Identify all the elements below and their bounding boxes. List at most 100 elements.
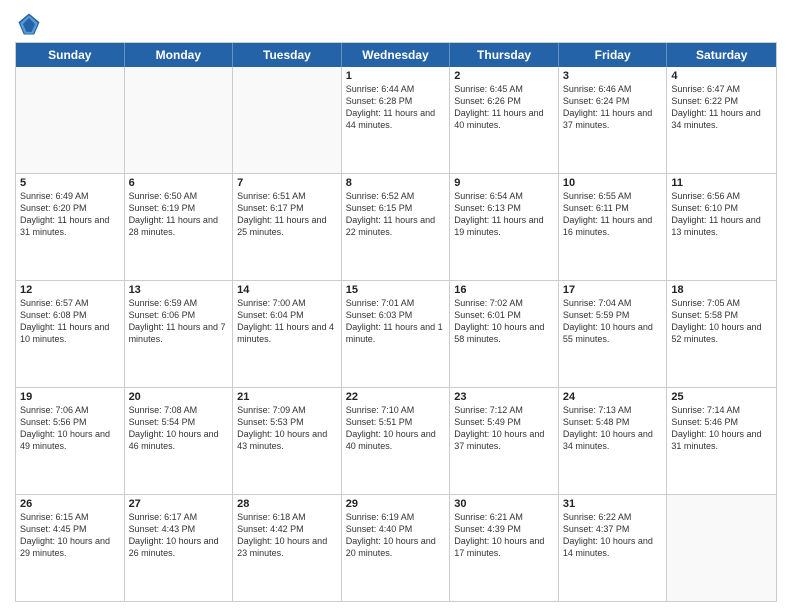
day-info: Sunrise: 6:21 AM Sunset: 4:39 PM Dayligh…	[454, 511, 554, 560]
day-info: Sunrise: 7:00 AM Sunset: 6:04 PM Dayligh…	[237, 297, 337, 346]
day-number: 20	[129, 391, 229, 403]
day-cell-3: 3Sunrise: 6:46 AM Sunset: 6:24 PM Daylig…	[559, 67, 668, 173]
page: SundayMondayTuesdayWednesdayThursdayFrid…	[0, 0, 792, 612]
day-cell-19: 19Sunrise: 7:06 AM Sunset: 5:56 PM Dayli…	[16, 388, 125, 494]
day-info: Sunrise: 6:19 AM Sunset: 4:40 PM Dayligh…	[346, 511, 446, 560]
calendar-row-0: 1Sunrise: 6:44 AM Sunset: 6:28 PM Daylig…	[16, 67, 776, 174]
header	[15, 10, 777, 38]
calendar-header: SundayMondayTuesdayWednesdayThursdayFrid…	[16, 43, 776, 67]
day-info: Sunrise: 7:06 AM Sunset: 5:56 PM Dayligh…	[20, 404, 120, 453]
day-info: Sunrise: 6:22 AM Sunset: 4:37 PM Dayligh…	[563, 511, 663, 560]
day-cell-25: 25Sunrise: 7:14 AM Sunset: 5:46 PM Dayli…	[667, 388, 776, 494]
day-info: Sunrise: 7:02 AM Sunset: 6:01 PM Dayligh…	[454, 297, 554, 346]
day-info: Sunrise: 7:09 AM Sunset: 5:53 PM Dayligh…	[237, 404, 337, 453]
day-cell-30: 30Sunrise: 6:21 AM Sunset: 4:39 PM Dayli…	[450, 495, 559, 601]
day-cell-12: 12Sunrise: 6:57 AM Sunset: 6:08 PM Dayli…	[16, 281, 125, 387]
day-number: 10	[563, 177, 663, 189]
day-header-sunday: Sunday	[16, 43, 125, 67]
day-cell-22: 22Sunrise: 7:10 AM Sunset: 5:51 PM Dayli…	[342, 388, 451, 494]
day-cell-6: 6Sunrise: 6:50 AM Sunset: 6:19 PM Daylig…	[125, 174, 234, 280]
day-header-wednesday: Wednesday	[342, 43, 451, 67]
day-info: Sunrise: 6:49 AM Sunset: 6:20 PM Dayligh…	[20, 190, 120, 239]
day-number: 31	[563, 498, 663, 510]
day-header-saturday: Saturday	[667, 43, 776, 67]
day-cell-28: 28Sunrise: 6:18 AM Sunset: 4:42 PM Dayli…	[233, 495, 342, 601]
day-info: Sunrise: 6:47 AM Sunset: 6:22 PM Dayligh…	[671, 83, 772, 132]
day-info: Sunrise: 6:50 AM Sunset: 6:19 PM Dayligh…	[129, 190, 229, 239]
day-number: 11	[671, 177, 772, 189]
day-number: 13	[129, 284, 229, 296]
day-info: Sunrise: 7:05 AM Sunset: 5:58 PM Dayligh…	[671, 297, 772, 346]
day-number: 3	[563, 70, 663, 82]
day-number: 18	[671, 284, 772, 296]
day-cell-5: 5Sunrise: 6:49 AM Sunset: 6:20 PM Daylig…	[16, 174, 125, 280]
day-cell-16: 16Sunrise: 7:02 AM Sunset: 6:01 PM Dayli…	[450, 281, 559, 387]
calendar-row-4: 26Sunrise: 6:15 AM Sunset: 4:45 PM Dayli…	[16, 495, 776, 601]
day-cell-23: 23Sunrise: 7:12 AM Sunset: 5:49 PM Dayli…	[450, 388, 559, 494]
day-cell-2: 2Sunrise: 6:45 AM Sunset: 6:26 PM Daylig…	[450, 67, 559, 173]
day-number: 26	[20, 498, 120, 510]
day-cell-24: 24Sunrise: 7:13 AM Sunset: 5:48 PM Dayli…	[559, 388, 668, 494]
day-info: Sunrise: 6:15 AM Sunset: 4:45 PM Dayligh…	[20, 511, 120, 560]
day-cell-17: 17Sunrise: 7:04 AM Sunset: 5:59 PM Dayli…	[559, 281, 668, 387]
day-cell-20: 20Sunrise: 7:08 AM Sunset: 5:54 PM Dayli…	[125, 388, 234, 494]
day-cell-26: 26Sunrise: 6:15 AM Sunset: 4:45 PM Dayli…	[16, 495, 125, 601]
day-number: 6	[129, 177, 229, 189]
calendar-row-2: 12Sunrise: 6:57 AM Sunset: 6:08 PM Dayli…	[16, 281, 776, 388]
day-cell-31: 31Sunrise: 6:22 AM Sunset: 4:37 PM Dayli…	[559, 495, 668, 601]
day-number: 8	[346, 177, 446, 189]
day-header-friday: Friday	[559, 43, 668, 67]
day-cell-7: 7Sunrise: 6:51 AM Sunset: 6:17 PM Daylig…	[233, 174, 342, 280]
day-number: 23	[454, 391, 554, 403]
day-number: 25	[671, 391, 772, 403]
empty-cell-0-0	[16, 67, 125, 173]
day-number: 4	[671, 70, 772, 82]
day-number: 27	[129, 498, 229, 510]
day-cell-4: 4Sunrise: 6:47 AM Sunset: 6:22 PM Daylig…	[667, 67, 776, 173]
day-info: Sunrise: 6:45 AM Sunset: 6:26 PM Dayligh…	[454, 83, 554, 132]
day-cell-18: 18Sunrise: 7:05 AM Sunset: 5:58 PM Dayli…	[667, 281, 776, 387]
day-info: Sunrise: 6:55 AM Sunset: 6:11 PM Dayligh…	[563, 190, 663, 239]
empty-cell-4-6	[667, 495, 776, 601]
day-header-monday: Monday	[125, 43, 234, 67]
day-number: 7	[237, 177, 337, 189]
day-number: 29	[346, 498, 446, 510]
day-number: 2	[454, 70, 554, 82]
day-header-tuesday: Tuesday	[233, 43, 342, 67]
day-number: 12	[20, 284, 120, 296]
calendar-row-1: 5Sunrise: 6:49 AM Sunset: 6:20 PM Daylig…	[16, 174, 776, 281]
day-info: Sunrise: 6:46 AM Sunset: 6:24 PM Dayligh…	[563, 83, 663, 132]
day-info: Sunrise: 6:51 AM Sunset: 6:17 PM Dayligh…	[237, 190, 337, 239]
day-number: 22	[346, 391, 446, 403]
day-number: 17	[563, 284, 663, 296]
day-info: Sunrise: 6:57 AM Sunset: 6:08 PM Dayligh…	[20, 297, 120, 346]
day-cell-13: 13Sunrise: 6:59 AM Sunset: 6:06 PM Dayli…	[125, 281, 234, 387]
day-cell-27: 27Sunrise: 6:17 AM Sunset: 4:43 PM Dayli…	[125, 495, 234, 601]
day-info: Sunrise: 6:18 AM Sunset: 4:42 PM Dayligh…	[237, 511, 337, 560]
empty-cell-0-1	[125, 67, 234, 173]
day-info: Sunrise: 6:44 AM Sunset: 6:28 PM Dayligh…	[346, 83, 446, 132]
day-info: Sunrise: 7:14 AM Sunset: 5:46 PM Dayligh…	[671, 404, 772, 453]
empty-cell-0-2	[233, 67, 342, 173]
day-info: Sunrise: 7:04 AM Sunset: 5:59 PM Dayligh…	[563, 297, 663, 346]
day-info: Sunrise: 7:08 AM Sunset: 5:54 PM Dayligh…	[129, 404, 229, 453]
day-cell-11: 11Sunrise: 6:56 AM Sunset: 6:10 PM Dayli…	[667, 174, 776, 280]
day-info: Sunrise: 6:56 AM Sunset: 6:10 PM Dayligh…	[671, 190, 772, 239]
logo-icon	[15, 10, 43, 38]
day-number: 14	[237, 284, 337, 296]
day-info: Sunrise: 7:10 AM Sunset: 5:51 PM Dayligh…	[346, 404, 446, 453]
day-info: Sunrise: 7:12 AM Sunset: 5:49 PM Dayligh…	[454, 404, 554, 453]
day-info: Sunrise: 7:13 AM Sunset: 5:48 PM Dayligh…	[563, 404, 663, 453]
day-cell-9: 9Sunrise: 6:54 AM Sunset: 6:13 PM Daylig…	[450, 174, 559, 280]
day-info: Sunrise: 6:17 AM Sunset: 4:43 PM Dayligh…	[129, 511, 229, 560]
day-number: 21	[237, 391, 337, 403]
day-number: 19	[20, 391, 120, 403]
day-cell-14: 14Sunrise: 7:00 AM Sunset: 6:04 PM Dayli…	[233, 281, 342, 387]
day-number: 15	[346, 284, 446, 296]
day-cell-29: 29Sunrise: 6:19 AM Sunset: 4:40 PM Dayli…	[342, 495, 451, 601]
day-info: Sunrise: 7:01 AM Sunset: 6:03 PM Dayligh…	[346, 297, 446, 346]
day-number: 24	[563, 391, 663, 403]
day-number: 9	[454, 177, 554, 189]
day-number: 5	[20, 177, 120, 189]
day-cell-21: 21Sunrise: 7:09 AM Sunset: 5:53 PM Dayli…	[233, 388, 342, 494]
